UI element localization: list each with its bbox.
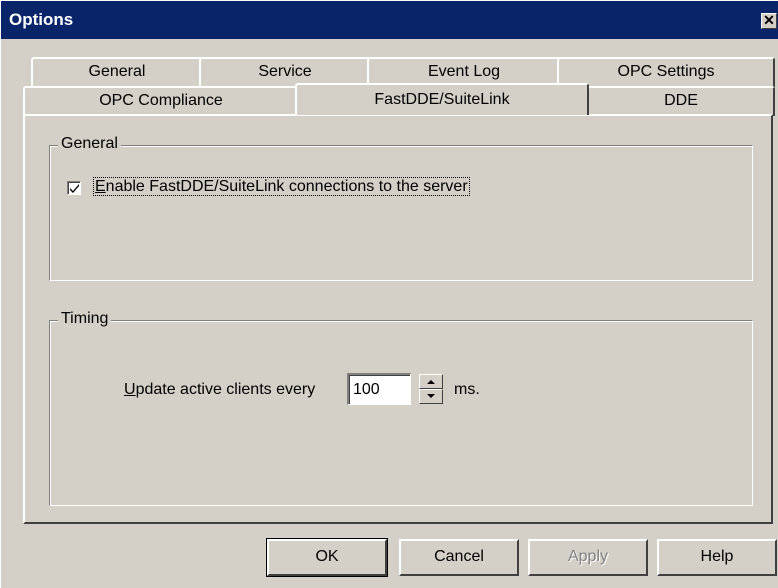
enable-fastdde-checkbox[interactable] (67, 181, 81, 195)
apply-button-label: Apply (567, 548, 609, 565)
tab-fastdde-suitelink[interactable]: FastDDE/SuiteLink (295, 83, 589, 115)
timing-group: Timing Update active clients every ms. (49, 310, 753, 506)
cancel-button[interactable]: Cancel (399, 539, 519, 576)
ok-button-label: OK (315, 548, 339, 565)
cancel-button-label: Cancel (434, 548, 484, 565)
enable-fastdde-label-focus: Enable FastDDE/SuiteLink connections to … (93, 177, 470, 196)
general-group-legend: General (58, 135, 121, 153)
update-clients-label-text: pdate active clients every (135, 381, 316, 398)
tab-dde[interactable]: DDE (587, 86, 775, 116)
update-interval-unit: ms. (454, 381, 480, 398)
tab-opc-compliance[interactable]: OPC Compliance (23, 86, 299, 116)
close-button[interactable]: ✕ (761, 13, 777, 29)
timing-group-legend: Timing (58, 310, 112, 328)
update-interval-input[interactable] (347, 373, 411, 405)
spin-down-button[interactable] (419, 389, 443, 404)
options-dialog: Options ✕ General Service Event Log OPC … (0, 0, 778, 588)
tab-opc-settings-label: OPC Settings (617, 63, 715, 80)
arrow-down-icon (427, 394, 435, 398)
tab-opc-compliance-label: OPC Compliance (99, 92, 223, 109)
tab-panel: General Enable FastDDE/SuiteLink connect… (23, 114, 773, 524)
checkmark-icon (70, 184, 79, 193)
help-button-label: Help (700, 548, 734, 565)
tab-general-label: General (88, 63, 146, 80)
tab-service-label: Service (258, 63, 312, 80)
spin-up-button[interactable] (419, 374, 443, 389)
apply-button[interactable]: Apply (528, 539, 648, 576)
ok-button[interactable]: OK (266, 538, 388, 577)
update-clients-label: Update active clients every (124, 381, 315, 399)
tab-dde-label: DDE (664, 92, 698, 109)
window-title: Options (9, 10, 74, 29)
tab-general[interactable]: General (31, 57, 203, 87)
tab-event-log-label: Event Log (427, 63, 501, 80)
enable-fastdde-mnemonic: E (95, 178, 106, 195)
arrow-up-icon (427, 380, 435, 384)
tab-opc-settings[interactable]: OPC Settings (557, 57, 775, 87)
tab-fastdde-suitelink-label: FastDDE/SuiteLink (374, 91, 510, 108)
general-group: General Enable FastDDE/SuiteLink connect… (49, 135, 753, 281)
title-bar[interactable]: Options ✕ (1, 1, 778, 39)
enable-fastdde-label[interactable]: Enable FastDDE/SuiteLink connections to … (93, 177, 470, 196)
close-icon: ✕ (763, 12, 775, 28)
update-clients-mnemonic: U (124, 381, 136, 398)
help-button[interactable]: Help (657, 539, 777, 576)
enable-fastdde-label-text: nable FastDDE/SuiteLink connections to t… (105, 178, 468, 195)
